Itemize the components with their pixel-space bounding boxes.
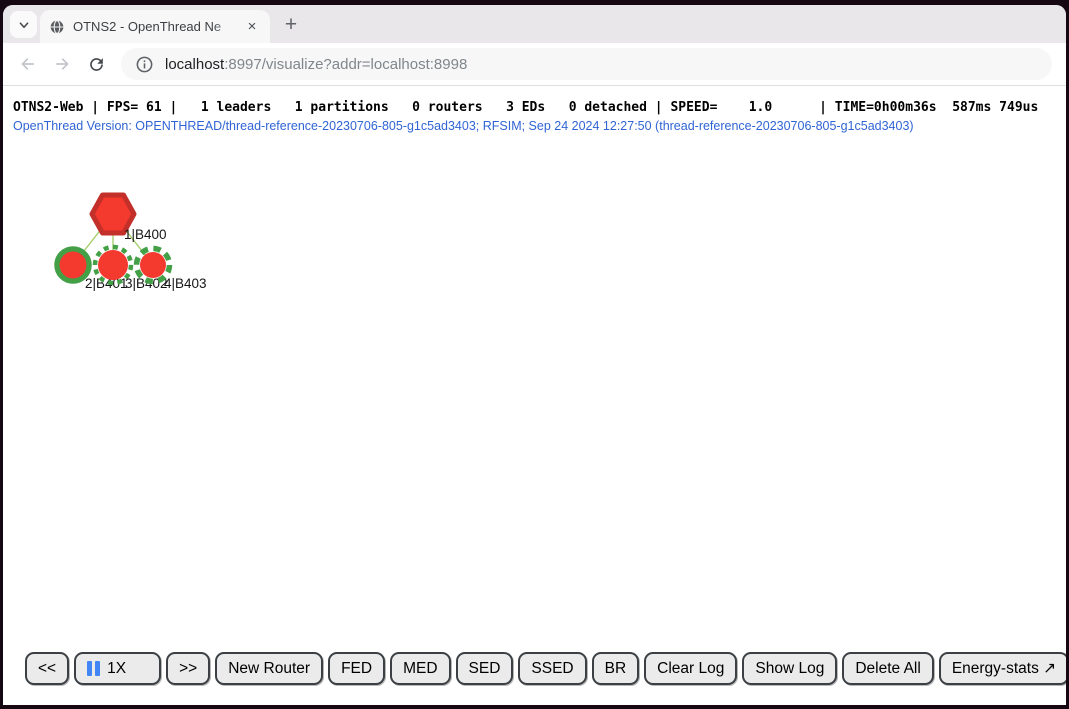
- delete-all-label: Delete All: [855, 660, 920, 678]
- simulation-button-row: << 1X >> New Router FED MED SED SSED BR Clear Log…: [25, 652, 1066, 685]
- back-button[interactable]: [13, 49, 43, 79]
- clear-log-button[interactable]: Clear Log: [644, 652, 737, 685]
- fast-forward-button[interactable]: >>: [166, 652, 210, 685]
- med-label: MED: [403, 660, 437, 678]
- show-log-label: Show Log: [755, 660, 824, 678]
- sed-button[interactable]: SED: [456, 652, 514, 685]
- openthread-version-line: OpenThread Version: OPENTHREAD/thread-re…: [13, 119, 914, 133]
- show-log-button[interactable]: Show Log: [742, 652, 837, 685]
- page-content: OTNS2-Web | FPS= 61 | 1 leaders 1 partit…: [3, 86, 1066, 705]
- forward-button[interactable]: [47, 49, 77, 79]
- energy-stats-label: Energy-stats ↗: [952, 659, 1056, 678]
- rewind-button[interactable]: <<: [25, 652, 69, 685]
- node-1-label: 1|B400: [124, 227, 167, 242]
- globe-favicon-icon: [49, 19, 65, 35]
- url-path: :8997/visualize?addr=localhost:8998: [224, 56, 467, 73]
- br-label: BR: [605, 660, 627, 678]
- simulation-status-line: OTNS2-Web | FPS= 61 | 1 leaders 1 partit…: [13, 100, 1038, 115]
- energy-stats-button[interactable]: Energy-stats ↗: [939, 652, 1066, 685]
- fed-button[interactable]: FED: [328, 652, 385, 685]
- navigation-bar: localhost:8997/visualize?addr=localhost:…: [3, 43, 1066, 86]
- rewind-label: <<: [38, 660, 56, 678]
- new-router-label: New Router: [228, 660, 310, 678]
- br-button[interactable]: BR: [592, 652, 640, 685]
- tab-search-button[interactable]: [10, 11, 37, 38]
- tab-close-icon[interactable]: ×: [243, 18, 261, 36]
- fed-label: FED: [341, 660, 372, 678]
- speed-button[interactable]: 1X: [74, 652, 161, 685]
- url-text: localhost:8997/visualize?addr=localhost:…: [165, 56, 467, 73]
- ssed-label: SSED: [531, 660, 573, 678]
- forward-arrow-icon: [52, 54, 72, 74]
- browser-window: OTNS2 - OpenThread Ne × +: [3, 5, 1066, 705]
- pause-icon: [87, 661, 100, 676]
- chevron-down-icon: [16, 17, 32, 33]
- node-4-label: 4|B403: [164, 276, 207, 291]
- new-router-button[interactable]: New Router: [215, 652, 323, 685]
- clear-log-label: Clear Log: [657, 660, 724, 678]
- reload-icon: [87, 55, 106, 74]
- fast-forward-label: >>: [179, 660, 197, 678]
- network-canvas: 1|B4002|B4013|B4024|B403: [3, 132, 423, 372]
- new-tab-button[interactable]: +: [277, 11, 305, 39]
- speed-label: 1X: [107, 660, 126, 678]
- delete-all-button[interactable]: Delete All: [842, 652, 933, 685]
- reload-button[interactable]: [81, 49, 111, 79]
- browser-tab[interactable]: OTNS2 - OpenThread Ne ×: [40, 10, 270, 43]
- back-arrow-icon: [18, 54, 38, 74]
- address-bar[interactable]: localhost:8997/visualize?addr=localhost:…: [121, 48, 1052, 80]
- ssed-button[interactable]: SSED: [518, 652, 586, 685]
- site-info-icon[interactable]: [135, 55, 154, 74]
- url-host: localhost: [165, 56, 224, 73]
- node-2-fed[interactable]: [58, 250, 89, 281]
- med-button[interactable]: MED: [390, 652, 450, 685]
- sed-label: SED: [469, 660, 501, 678]
- tab-strip: OTNS2 - OpenThread Ne × +: [3, 5, 1066, 43]
- tab-title: OTNS2 - OpenThread Ne: [73, 19, 243, 34]
